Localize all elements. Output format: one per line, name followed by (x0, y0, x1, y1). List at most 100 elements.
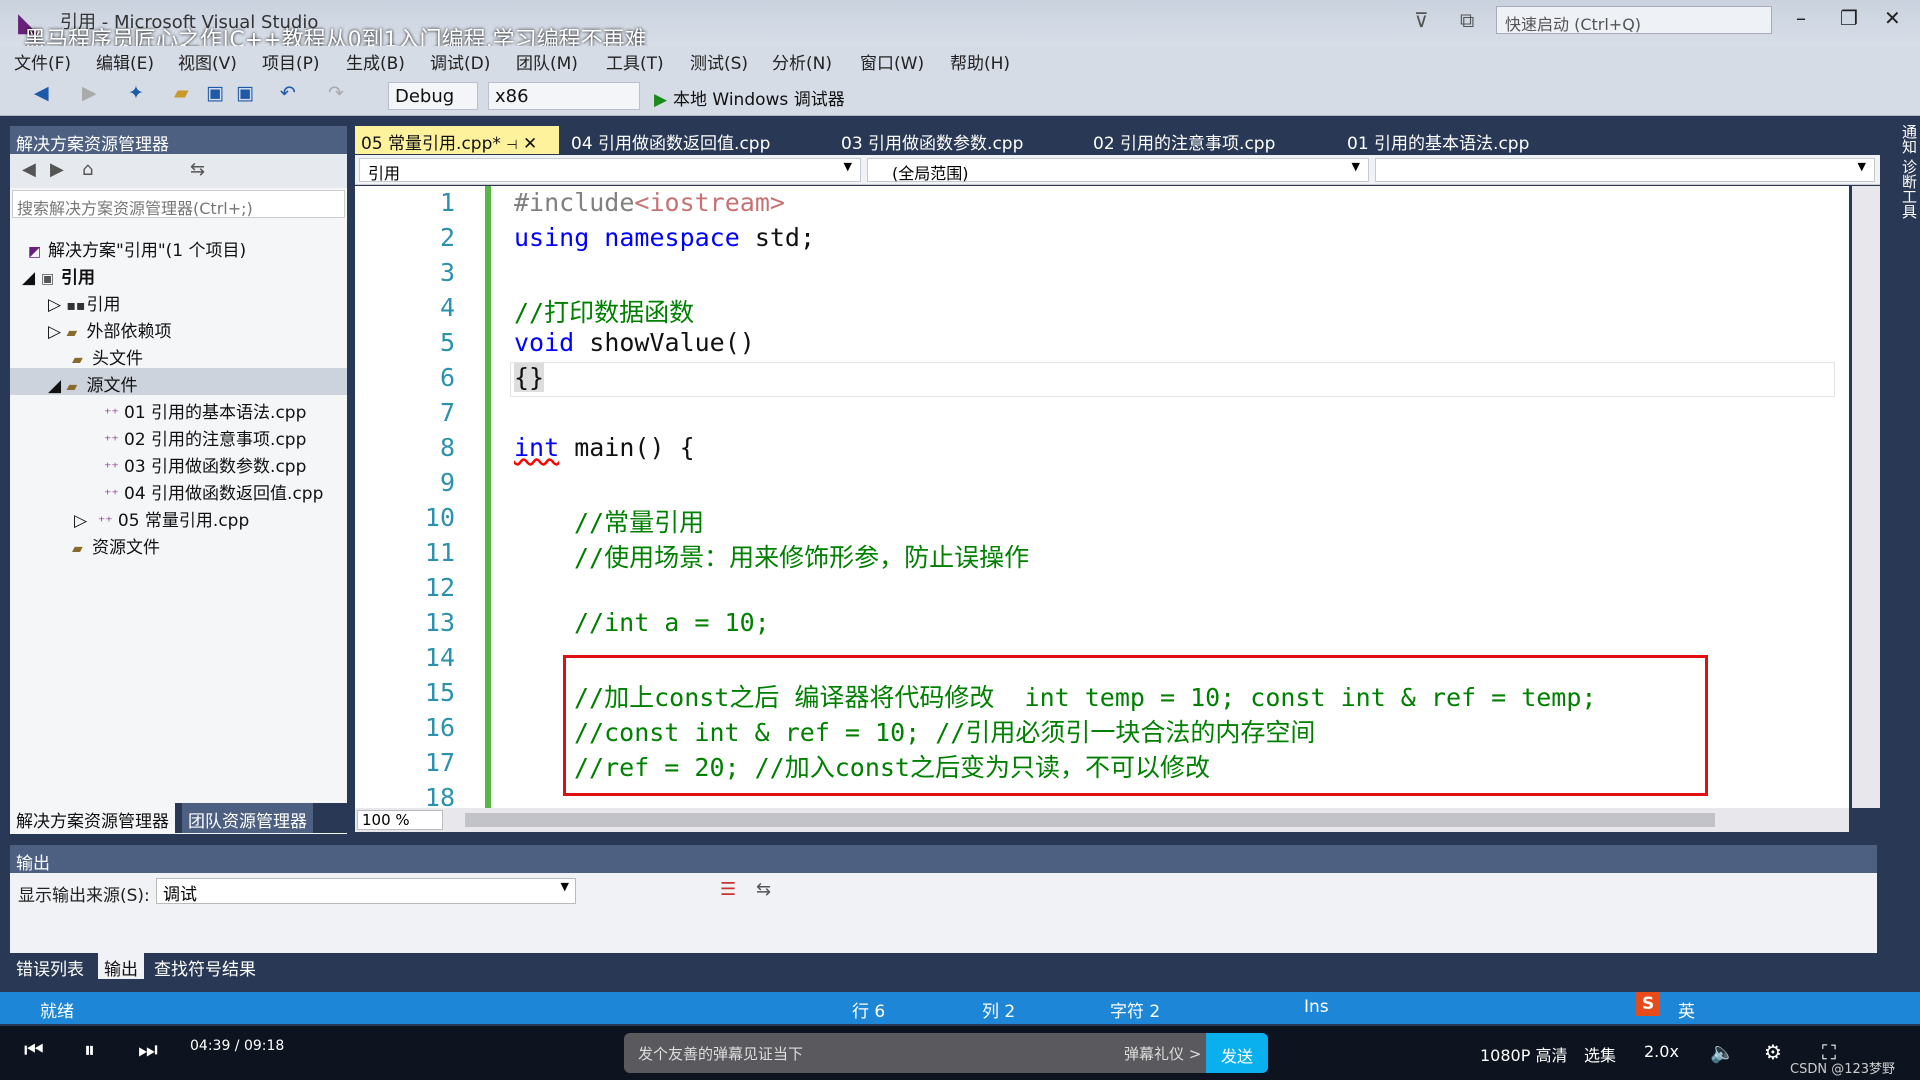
danmu-input[interactable]: 发个友善的弹幕见证当下 弹幕礼仪 > (624, 1033, 1268, 1073)
menu-file[interactable]: 文件(F) (14, 49, 71, 74)
menu-view[interactable]: 视图(V) (178, 49, 237, 74)
sogou-ime-icon[interactable]: S (1636, 992, 1661, 1016)
menu-window[interactable]: 窗口(W) (860, 49, 924, 74)
cpp-file-icon: ⁺⁺ (104, 433, 119, 449)
word-wrap-icon[interactable]: ⇆ (756, 879, 771, 900)
line-number: 12 (424, 573, 455, 602)
scope-dropdown[interactable]: (全局范围) ▼ (867, 158, 1369, 183)
clear-all-icon[interactable]: ☰ (720, 879, 736, 900)
back-icon[interactable]: ◀ (22, 159, 36, 180)
tree-file-01[interactable]: ⁺⁺ 01 引用的基本语法.cpp (104, 398, 306, 423)
prev-icon[interactable]: ⏮ (24, 1038, 44, 1063)
tab-file-01[interactable]: 01 引用的基本语法.cpp (1341, 126, 1535, 154)
tab-error-list[interactable]: 错误列表 (10, 953, 90, 980)
code-line-2: using namespace std; (514, 223, 816, 252)
episodes-button[interactable]: 选集 (1584, 1042, 1616, 1066)
menu-edit[interactable]: 编辑(E) (96, 49, 154, 74)
volume-icon[interactable]: 🔈 (1710, 1040, 1735, 1064)
member-dropdown[interactable]: ▼ (1375, 158, 1875, 182)
speed-button[interactable]: 2.0x (1644, 1042, 1679, 1061)
menu-tools[interactable]: 工具(T) (606, 49, 664, 74)
menu-debug[interactable]: 调试(D) (430, 49, 490, 74)
pause-icon[interactable]: ⏸ (84, 1038, 95, 1063)
restore-button[interactable]: ❐ (1840, 6, 1858, 30)
tree-file-03[interactable]: ⁺⁺ 03 引用做函数参数.cpp (104, 452, 306, 477)
line-number: 16 (424, 713, 455, 742)
tree-external-deps[interactable]: ▷ ▰ 外部依赖项 (48, 317, 171, 342)
tab-file-05[interactable]: 05 常量引用.cpp* ⊣ ✕ (355, 126, 559, 154)
minimize-button[interactable]: – (1796, 6, 1806, 30)
feedback-icon[interactable]: ⧉ (1460, 8, 1474, 32)
tree-file-04[interactable]: ⁺⁺ 04 引用做函数返回值.cpp (104, 479, 323, 504)
menu-team[interactable]: 团队(M) (516, 49, 578, 74)
menu-analyze[interactable]: 分析(N) (772, 49, 832, 74)
scroll-thumb[interactable] (465, 813, 1715, 827)
solution-search-input[interactable]: 搜索解决方案资源管理器(Ctrl+;) (12, 190, 345, 218)
platform-dropdown[interactable]: x86 (488, 82, 640, 110)
ime-mode[interactable]: 英 (1678, 997, 1695, 1022)
quick-launch-input[interactable]: 快速启动 (Ctrl+Q) (1496, 6, 1772, 34)
output-tabs: 错误列表 输出 查找符号结果 (10, 953, 610, 980)
start-debug-button[interactable]: ▶ 本地 Windows 调试器 (654, 85, 845, 110)
quality-button[interactable]: 1080P 高清 (1480, 1042, 1567, 1066)
menu-project[interactable]: 项目(P) (262, 49, 320, 74)
horizontal-scrollbar[interactable]: 100 % (355, 808, 1849, 832)
open-file-icon[interactable]: ▰ (174, 82, 189, 104)
new-project-icon[interactable]: ✦ (128, 82, 144, 104)
tab-team-explorer[interactable]: 团队资源管理器 (182, 803, 313, 833)
sync-icon[interactable]: ⇆ (190, 159, 205, 180)
settings-icon[interactable]: ⚙ (1764, 1040, 1782, 1064)
tree-source-files[interactable]: ◢ ▰ 源文件 (48, 371, 137, 396)
tab-file-03[interactable]: 03 引用做函数参数.cpp (835, 126, 1029, 154)
close-tab-icon[interactable]: ✕ (523, 134, 537, 154)
undo-icon[interactable]: ↶ (280, 82, 296, 104)
menu-test[interactable]: 测试(S) (690, 49, 748, 74)
tree-header-files[interactable]: ▰ 头文件 (72, 344, 143, 369)
code-line-8: int main() { (514, 433, 695, 462)
solution-explorer-title: 解决方案资源管理器 (10, 126, 347, 155)
tab-solution-explorer[interactable]: 解决方案资源管理器 (10, 803, 175, 833)
editor-tabs: 05 常量引用.cpp* ⊣ ✕ 04 引用做函数返回值.cpp 03 引用做函… (355, 126, 1880, 154)
toolbar: ◀ ▶ ✦ ▰ ▣ ▣ ↶ ↷ Debug x86 ▶ 本地 Windows 调… (0, 74, 1920, 116)
code-line-11: //使用场景：用来修饰形参，防止误操作 (574, 543, 1030, 572)
tree-solution[interactable]: ◩ 解决方案"引用"(1 个项目) (28, 236, 246, 261)
tree-file-05[interactable]: ▷ ⁺⁺ 05 常量引用.cpp (74, 506, 249, 531)
send-button[interactable]: 发送 (1206, 1033, 1268, 1073)
navigation-bar: 引用 ▼ (全局范围) ▼ ▼ (355, 155, 1880, 185)
save-icon[interactable]: ▣ (206, 82, 224, 104)
close-button[interactable]: ✕ (1884, 6, 1901, 30)
next-icon[interactable]: ⏭ (138, 1038, 158, 1063)
tree-resource-files[interactable]: ▰ 资源文件 (72, 533, 160, 558)
tree-references[interactable]: ▷ ▪▪引用 (48, 290, 120, 315)
project-dropdown[interactable]: 引用 ▼ (359, 158, 861, 183)
solution-config-dropdown[interactable]: Debug (388, 82, 478, 110)
annotation-highlight-box (563, 655, 1708, 796)
tab-file-04[interactable]: 04 引用做函数返回值.cpp (565, 126, 776, 154)
pin-icon[interactable]: ⊣ (506, 138, 517, 153)
home-icon[interactable]: ⌂ (82, 159, 93, 180)
menu-help[interactable]: 帮助(H) (950, 49, 1010, 74)
forward-icon[interactable]: ▶ (82, 82, 97, 104)
zoom-dropdown[interactable]: 100 % (357, 810, 443, 830)
tree-file-02[interactable]: ⁺⁺ 02 引用的注意事项.cpp (104, 425, 306, 450)
code-editor[interactable]: 1 2 3 4 5 6 7 8 9 10 11 12 13 14 15 16 17 18 #include<ios… (355, 186, 1849, 808)
line-number: 8 (439, 433, 455, 462)
tree-project[interactable]: ◢ ▣ 引用 (22, 263, 95, 288)
menu-build[interactable]: 生成(B) (346, 49, 405, 74)
tab-output[interactable]: 输出 (98, 953, 144, 980)
forward-icon[interactable]: ▶ (50, 159, 64, 180)
tab-find-symbol[interactable]: 查找符号结果 (148, 953, 262, 980)
output-source-dropdown[interactable]: 调试 ▼ (156, 878, 576, 905)
code-line-1: #include<iostream> (514, 188, 785, 217)
save-all-icon[interactable]: ▣ (236, 82, 254, 104)
side-tool-strip[interactable]: 通知 诊断工具 (1880, 116, 1920, 976)
line-number: 2 (439, 223, 455, 252)
filter-icon[interactable]: ⊽ (1414, 8, 1429, 32)
code-line-5: void showValue() (514, 328, 755, 357)
output-source-label: 显示输出来源(S): (18, 886, 150, 906)
back-icon[interactable]: ◀ (34, 82, 49, 104)
danmu-etiquette-link[interactable]: 弹幕礼仪 > (1124, 1043, 1201, 1064)
vertical-scrollbar[interactable] (1852, 186, 1880, 808)
redo-icon[interactable]: ↷ (328, 82, 344, 104)
tab-file-02[interactable]: 02 引用的注意事项.cpp (1087, 126, 1281, 154)
